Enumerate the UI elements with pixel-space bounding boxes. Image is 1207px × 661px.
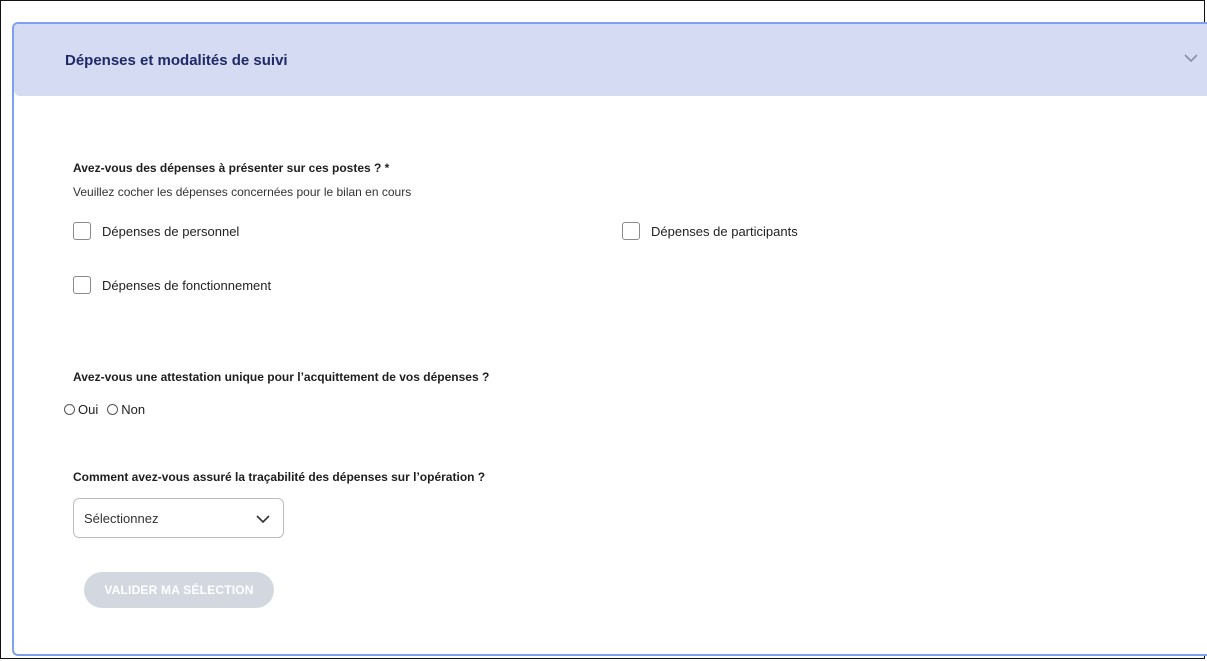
chevron-down-icon bbox=[256, 515, 270, 524]
checkbox-personnel[interactable]: Dépenses de personnel bbox=[73, 222, 239, 240]
checkbox-label: Dépenses de personnel bbox=[102, 223, 240, 239]
radio-label: Non bbox=[121, 402, 146, 417]
traceability-select[interactable]: Sélectionnez bbox=[73, 498, 284, 538]
checkbox-box[interactable] bbox=[73, 276, 91, 294]
traceability-question-title: Comment avez-vous assuré la traçabilité … bbox=[73, 470, 486, 484]
expenses-question-hint: Veuillez cocher les dépenses concernées … bbox=[73, 185, 412, 199]
radio-oui[interactable]: Oui bbox=[64, 402, 98, 417]
checkbox-box[interactable] bbox=[73, 222, 91, 240]
checkbox-label: Dépenses de fonctionnement bbox=[102, 277, 272, 293]
radio-circle[interactable] bbox=[64, 404, 75, 415]
section-title: Dépenses et modalités de suivi bbox=[65, 52, 288, 69]
radio-circle[interactable] bbox=[107, 404, 119, 415]
attestation-question-title: Avez-vous une attestation unique pour l’… bbox=[73, 370, 490, 384]
attestation-radio-group: Oui Non bbox=[64, 402, 154, 417]
checkbox-participants[interactable]: Dépenses de participants bbox=[622, 222, 798, 240]
radio-non[interactable]: Non bbox=[107, 402, 145, 417]
validate-selection-button[interactable]: VALIDER MA SÉLECTION bbox=[84, 572, 274, 608]
checkbox-label: Dépenses de participants bbox=[651, 223, 798, 239]
expenses-section-panel: Dépenses et modalités de suivi Avez-vous… bbox=[12, 22, 1207, 656]
checkbox-fonctionnement[interactable]: Dépenses de fonctionnement bbox=[73, 276, 271, 294]
section-header[interactable]: Dépenses et modalités de suivi bbox=[14, 24, 1207, 96]
checkbox-box[interactable] bbox=[622, 222, 640, 240]
select-value: Sélectionnez bbox=[84, 511, 159, 526]
chevron-down-icon[interactable] bbox=[1183, 50, 1199, 66]
expenses-question-title: Avez-vous des dépenses à présenter sur c… bbox=[73, 161, 390, 175]
radio-label: Oui bbox=[78, 402, 99, 417]
